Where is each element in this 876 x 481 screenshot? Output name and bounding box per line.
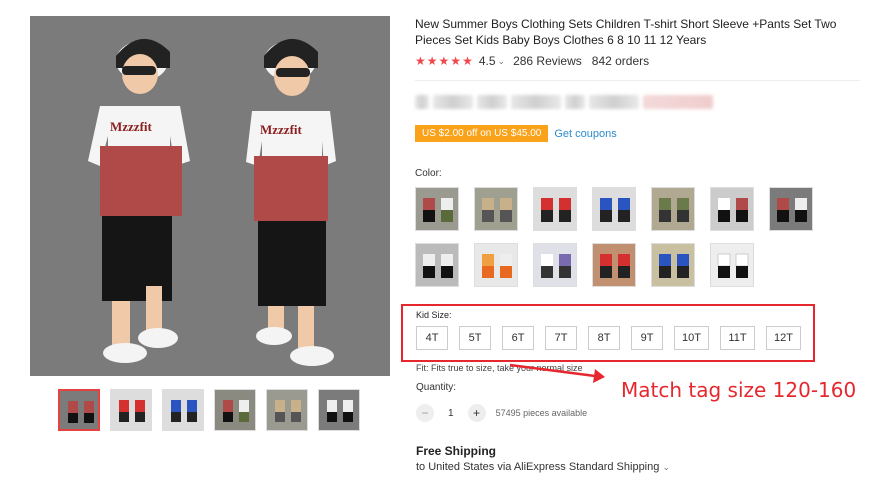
svg-text:Mzzzfit: Mzzzfit bbox=[110, 119, 153, 134]
star-rating: ★ ★ ★ ★ ★ bbox=[415, 55, 473, 67]
star-icon: ★ bbox=[462, 54, 473, 68]
size-option[interactable]: 11T bbox=[720, 326, 755, 350]
color-swatch[interactable] bbox=[415, 187, 459, 231]
blurred-block bbox=[433, 95, 473, 109]
size-label: Kid Size: bbox=[416, 310, 452, 320]
size-selector: Kid Size: 4T 5T 6T 7T 8T 9T 10T 11T 12T bbox=[401, 304, 815, 362]
color-swatch[interactable] bbox=[592, 243, 636, 287]
blurred-block bbox=[415, 95, 429, 109]
thumbnail-5[interactable] bbox=[266, 389, 308, 431]
coupon-row: US $2.00 off on US $45.00 Get coupons bbox=[415, 125, 860, 142]
get-coupons-link[interactable]: Get coupons bbox=[554, 128, 616, 140]
color-swatch[interactable] bbox=[474, 187, 518, 231]
rating-value[interactable]: 4.5 bbox=[479, 54, 496, 68]
decrease-button[interactable]: − bbox=[416, 404, 434, 422]
color-swatch[interactable] bbox=[769, 187, 813, 231]
star-icon: ★ bbox=[450, 54, 462, 68]
color-swatch[interactable] bbox=[710, 243, 754, 287]
color-label: Color: bbox=[415, 168, 442, 179]
color-swatch[interactable] bbox=[474, 243, 518, 287]
quantity-stepper: − 1 + 57495 pieces available bbox=[416, 404, 587, 422]
svg-text:Mzzzfit: Mzzzfit bbox=[260, 122, 303, 137]
thumbnail-1[interactable] bbox=[58, 389, 100, 431]
blurred-block bbox=[511, 95, 561, 109]
main-product-image[interactable]: Mzzzfit Mzzzfit bbox=[30, 16, 390, 376]
increase-button[interactable]: + bbox=[467, 404, 486, 422]
shipping-detail[interactable]: to United States via AliExpress Standard… bbox=[416, 461, 670, 473]
chevron-down-icon: ⌄ bbox=[662, 462, 670, 472]
color-swatch-grid bbox=[415, 187, 815, 287]
thumbnail-strip bbox=[58, 389, 360, 431]
color-swatch[interactable] bbox=[533, 243, 577, 287]
quantity-label: Quantity: bbox=[416, 382, 457, 393]
size-option[interactable]: 9T bbox=[631, 326, 663, 350]
size-options: 4T 5T 6T 7T 8T 9T 10T 11T 12T bbox=[416, 326, 801, 350]
thumbnail-3[interactable] bbox=[162, 389, 204, 431]
shipping-detail-text: to United States via AliExpress Standard… bbox=[416, 461, 660, 473]
color-swatch[interactable] bbox=[592, 187, 636, 231]
thumbnail-4[interactable] bbox=[214, 389, 256, 431]
blurred-block bbox=[643, 95, 713, 109]
color-swatch[interactable] bbox=[533, 187, 577, 231]
color-swatch[interactable] bbox=[651, 187, 695, 231]
size-option[interactable]: 8T bbox=[588, 326, 620, 350]
annotation-text: Match tag size 120-160 bbox=[621, 378, 857, 402]
thumbnail-6[interactable] bbox=[318, 389, 360, 431]
size-option[interactable]: 5T bbox=[459, 326, 491, 350]
orders-count: 842 orders bbox=[591, 54, 650, 68]
color-swatch[interactable] bbox=[651, 243, 695, 287]
shipping-title: Free Shipping bbox=[416, 444, 497, 458]
size-option[interactable]: 10T bbox=[674, 326, 709, 350]
reviews-link[interactable]: 286 Reviews bbox=[513, 54, 582, 68]
star-icon: ★ bbox=[426, 54, 438, 68]
chevron-down-icon[interactable]: ⌄ bbox=[498, 56, 506, 67]
blurred-price bbox=[415, 95, 860, 113]
blurred-block bbox=[477, 95, 507, 109]
blurred-block bbox=[565, 95, 585, 109]
star-icon: ★ bbox=[438, 54, 450, 68]
divider bbox=[415, 80, 860, 81]
size-option[interactable]: 12T bbox=[766, 326, 801, 350]
blurred-block bbox=[589, 95, 639, 109]
rating-row: ★ ★ ★ ★ ★ 4.5 ⌄ 286 Reviews 842 orders bbox=[415, 54, 860, 68]
size-option[interactable]: 7T bbox=[545, 326, 577, 350]
product-title: New Summer Boys Clothing Sets Children T… bbox=[415, 17, 837, 47]
color-swatch[interactable] bbox=[415, 243, 459, 287]
coupon-badge[interactable]: US $2.00 off on US $45.00 bbox=[415, 125, 549, 142]
thumbnail-2[interactable] bbox=[110, 389, 152, 431]
color-swatch[interactable] bbox=[710, 187, 754, 231]
quantity-value[interactable]: 1 bbox=[448, 408, 454, 419]
arrow-icon bbox=[509, 363, 605, 383]
product-info: New Summer Boys Clothing Sets Children T… bbox=[415, 16, 860, 287]
star-icon: ★ bbox=[415, 54, 426, 68]
size-option[interactable]: 4T bbox=[416, 326, 448, 350]
size-option[interactable]: 6T bbox=[502, 326, 534, 350]
stock-available: 57495 pieces available bbox=[495, 408, 588, 418]
